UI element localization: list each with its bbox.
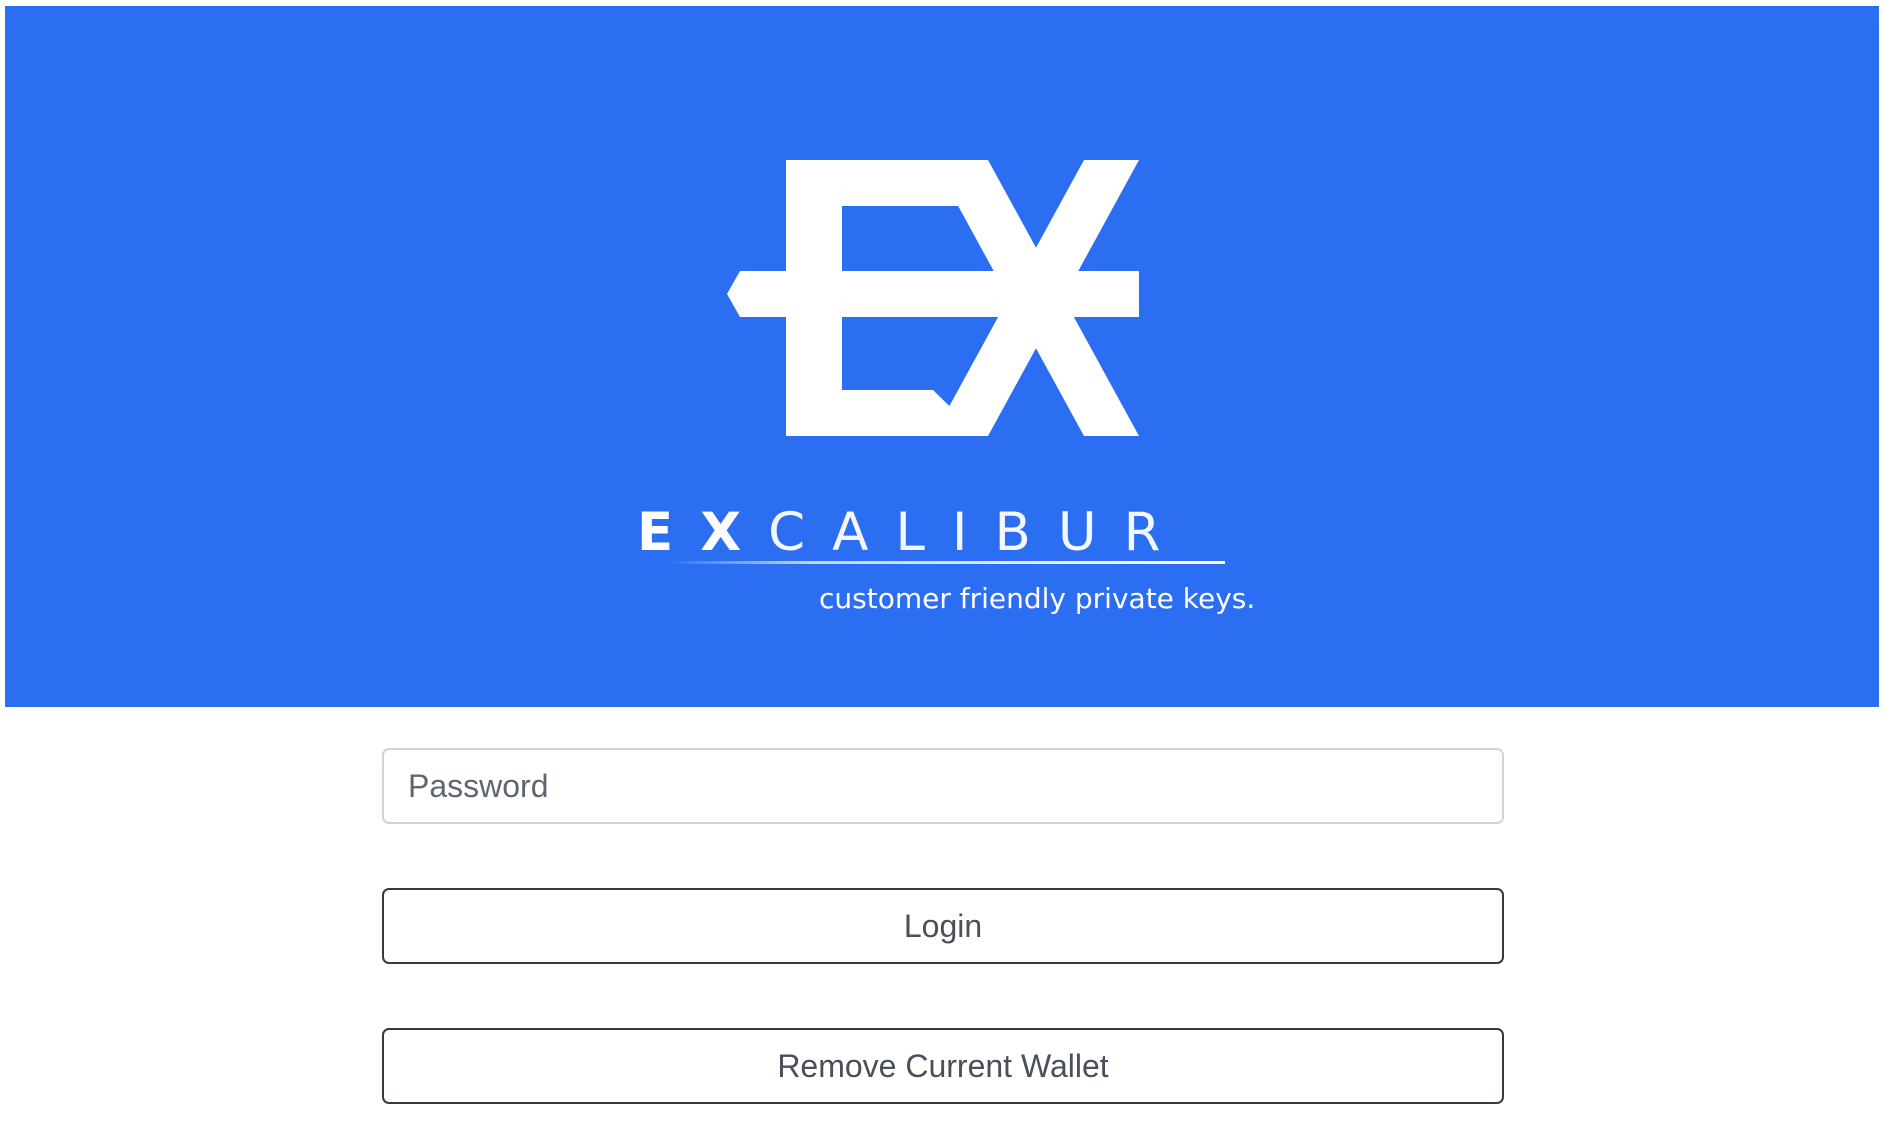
remove-current-wallet-button[interactable]: Remove Current Wallet <box>382 1028 1504 1104</box>
password-input[interactable] <box>382 748 1504 824</box>
brand-name-bold: EX <box>637 502 769 563</box>
header-banner: EXCALIBUR customer friendly private keys… <box>5 6 1879 707</box>
brand-name-light: CALIBUR <box>768 502 1188 563</box>
brand-tagline: customer friendly private keys. <box>819 582 1256 615</box>
login-button[interactable]: Login <box>382 888 1504 964</box>
brand-wordmark: EXCALIBUR <box>637 498 1237 568</box>
login-form: Login Remove Current Wallet <box>382 748 1504 1104</box>
